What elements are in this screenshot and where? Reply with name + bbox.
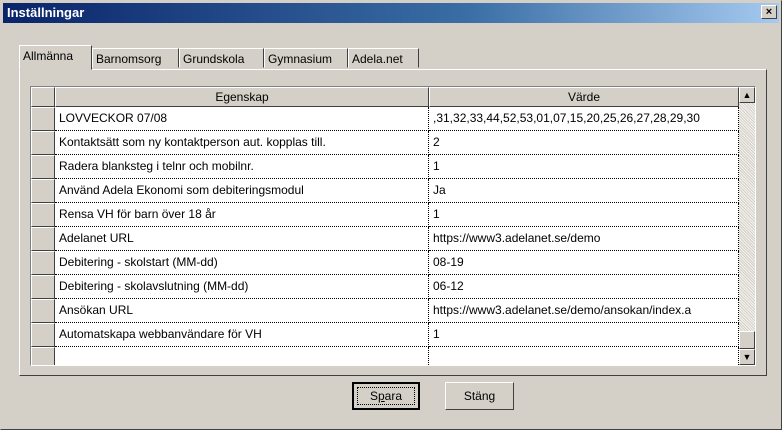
value-cell[interactable]: 1	[429, 203, 739, 227]
column-header-property[interactable]: Egenskap	[55, 87, 429, 107]
table-row[interactable]: Kontaktsätt som ny kontaktperson aut. ko…	[31, 131, 739, 155]
row-header[interactable]	[31, 323, 55, 347]
row-header[interactable]	[31, 251, 55, 275]
row-header[interactable]	[31, 131, 55, 155]
table-row[interactable]: Ansökan URL https://www3.adelanet.se/demo…	[31, 299, 739, 323]
tab-grundskola[interactable]: Grundskola	[179, 48, 264, 68]
vertical-scrollbar[interactable]: ▲ ▼	[739, 87, 755, 365]
title-bar[interactable]: Inställningar ×	[3, 3, 779, 23]
tab-panel: Egenskap Värde LOVVECKOR 07/08,31,32,33,…	[19, 69, 767, 376]
value-cell[interactable]: https://www3.adelanet.se/demo	[429, 227, 739, 251]
tab-allmanna[interactable]: Allmänna	[19, 45, 92, 70]
value-cell[interactable]	[429, 347, 739, 365]
scroll-up-arrow-icon[interactable]: ▲	[739, 87, 755, 103]
table-row[interactable]: Debitering - skolavslutning (MM-dd) 06-12	[31, 275, 739, 299]
table-row[interactable]: Automatskapa webbanvändare för VH 1	[31, 323, 739, 347]
row-header[interactable]	[31, 299, 55, 323]
value-cell[interactable]: 06-12	[429, 275, 739, 299]
settings-window: Inställningar × Allmänna Barnomsorg Grun…	[0, 0, 782, 430]
property-cell[interactable]: Adelanet URL	[55, 227, 429, 251]
column-header-value[interactable]: Värde	[429, 87, 739, 107]
property-cell[interactable]: Debitering - skolavslutning (MM-dd)	[55, 275, 429, 299]
property-cell[interactable]: Kontaktsätt som ny kontaktperson aut. ko…	[55, 131, 429, 155]
value-cell[interactable]: Ja	[429, 179, 739, 203]
close-window-button[interactable]: ×	[761, 5, 777, 19]
save-button-label: Spara	[369, 389, 403, 403]
row-header[interactable]	[31, 203, 55, 227]
value-cell[interactable]: 1	[429, 323, 739, 347]
row-header[interactable]	[31, 347, 55, 365]
scrollbar-thumb[interactable]	[739, 331, 755, 349]
settings-grid: Egenskap Värde LOVVECKOR 07/08,31,32,33,…	[30, 86, 756, 366]
tab-gymnasium[interactable]: Gymnasium	[264, 48, 348, 68]
value-cell[interactable]: 2	[429, 131, 739, 155]
grid-body: Egenskap Värde LOVVECKOR 07/08,31,32,33,…	[31, 87, 739, 365]
value-cell[interactable]: 08-19	[429, 251, 739, 275]
property-cell[interactable]: Rensa VH för barn över 18 år	[55, 203, 429, 227]
tab-adela-net[interactable]: Adela.net	[348, 48, 419, 68]
property-cell[interactable]	[55, 347, 429, 365]
save-button[interactable]: Spara	[352, 382, 420, 410]
value-cell[interactable]: 1	[429, 155, 739, 179]
table-row[interactable]: Radera blanksteg i telnr och mobilnr. 1	[31, 155, 739, 179]
property-cell[interactable]: Radera blanksteg i telnr och mobilnr.	[55, 155, 429, 179]
value-cell[interactable]: https://www3.adelanet.se/demo/ansokan/in…	[429, 299, 739, 323]
table-row[interactable]: Debitering - skolstart (MM-dd) 08-19	[31, 251, 739, 275]
value-cell[interactable]: ,31,32,33,44,52,53,01,07,15,20,25,26,27,…	[429, 107, 739, 131]
property-cell[interactable]: Automatskapa webbanvändare för VH	[55, 323, 429, 347]
table-row[interactable]: LOVVECKOR 07/08,31,32,33,44,52,53,01,07,…	[31, 107, 739, 131]
table-row[interactable]: Rensa VH för barn över 18 år 1	[31, 203, 739, 227]
table-row[interactable]: Adelanet URL https://www3.adelanet.se/dem…	[31, 227, 739, 251]
property-cell[interactable]: LOVVECKOR 07/08	[55, 107, 429, 131]
row-header[interactable]	[31, 155, 55, 179]
row-header[interactable]	[31, 227, 55, 251]
scroll-down-arrow-icon[interactable]: ▼	[739, 349, 755, 365]
property-cell[interactable]: Använd Adela Ekonomi som debiteringsmodu…	[55, 179, 429, 203]
tab-barnomsorg[interactable]: Barnomsorg	[92, 48, 179, 68]
row-header[interactable]	[31, 275, 55, 299]
corner-header	[31, 87, 55, 107]
row-header[interactable]	[31, 179, 55, 203]
property-cell[interactable]: Debitering - skolstart (MM-dd)	[55, 251, 429, 275]
property-cell[interactable]: Ansökan URL	[55, 299, 429, 323]
table-row[interactable]	[31, 347, 739, 365]
window-title: Inställningar	[7, 5, 85, 20]
row-header[interactable]	[31, 107, 55, 131]
close-button[interactable]: Stäng	[445, 382, 514, 410]
table-row[interactable]: Använd Adela Ekonomi som debiteringsmodu…	[31, 179, 739, 203]
